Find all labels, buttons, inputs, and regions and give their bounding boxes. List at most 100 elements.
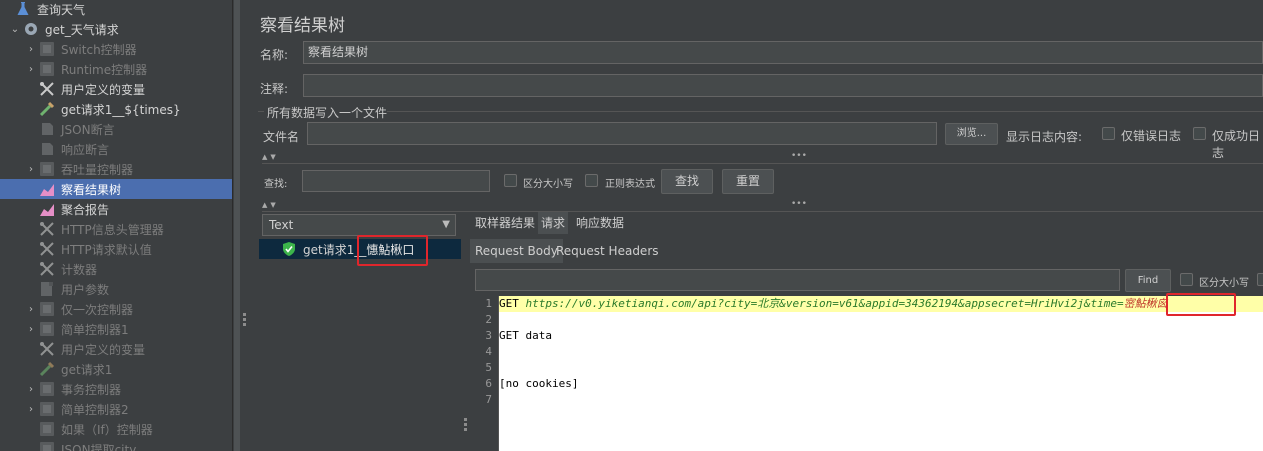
expand-chevron-icon[interactable]: › — [24, 304, 38, 315]
tree-item[interactable]: ⌄ get_天气请求 — [0, 19, 232, 39]
tree-item[interactable]: › 吞吐量控制器 — [0, 159, 232, 179]
tree-item[interactable]: 察看结果树 — [0, 179, 232, 199]
tree-item-label: Switch控制器 — [61, 42, 137, 57]
find-button[interactable]: Find — [1125, 269, 1171, 292]
tree-item-label: 察看结果树 — [61, 182, 122, 197]
tree-item[interactable]: 如果（If）控制器 — [0, 419, 232, 439]
tree-item[interactable]: JSON提取city — [0, 439, 232, 451]
collapse-arrows-icon[interactable]: ▲▼ — [262, 201, 279, 209]
line-number: 3 — [485, 329, 492, 342]
tree-item[interactable]: › Switch控制器 — [0, 39, 232, 59]
line-number: 6 — [485, 377, 492, 390]
line-number-gutter: 1 2 3 4 5 6 7 — [470, 296, 499, 451]
drag-dots-icon[interactable]: ••• — [791, 199, 807, 209]
drag-dots-icon[interactable]: ••• — [791, 151, 807, 161]
subtab-request-headers[interactable]: Request Headers — [551, 239, 664, 263]
tree-item[interactable]: 计数器 — [0, 259, 232, 279]
main-splitter[interactable] — [240, 0, 250, 451]
tree-item-label: 查询天气 — [37, 2, 86, 17]
reset-button[interactable]: 重置 — [722, 169, 774, 194]
filename-input[interactable] — [307, 122, 937, 145]
expand-chevron-icon[interactable]: › — [24, 164, 38, 175]
tree-item[interactable]: HTTP信息头管理器 — [0, 219, 232, 239]
code-line-3: GET data — [499, 329, 552, 342]
tree-item-label: 计数器 — [61, 262, 98, 277]
controller-icon — [38, 381, 56, 397]
tree-item-label: 用户定义的变量 — [61, 82, 146, 97]
collapse-bar-top[interactable]: ▲▼ — [262, 151, 1263, 163]
expand-chevron-icon[interactable]: › — [24, 64, 38, 75]
expand-chevron-icon[interactable]: › — [24, 384, 38, 395]
expand-chevron-icon[interactable]: › — [24, 44, 38, 55]
results-splitter-grip[interactable] — [464, 418, 467, 433]
line-number: 5 — [485, 361, 492, 374]
search-input[interactable] — [302, 170, 490, 192]
browse-button[interactable]: 浏览... — [945, 123, 998, 145]
find-input[interactable] — [475, 269, 1120, 291]
comment-input[interactable] — [303, 74, 1263, 97]
group-border-left — [258, 111, 264, 112]
test-plan-tree[interactable]: 查询天气 ⌄ get_天气请求 › Switch控制器 › Runtime控制器 用户定义的变… — [0, 0, 232, 451]
tree-scrollbar[interactable] — [232, 0, 240, 451]
errors-only-checkbox[interactable] — [1102, 127, 1115, 140]
tree-item-label: 响应断言 — [61, 142, 110, 157]
chevron-down-icon[interactable]: ▼ — [442, 215, 450, 235]
tree-item[interactable]: HTTP请求默认值 — [0, 239, 232, 259]
tree-item[interactable]: 用户定义的变量 — [0, 339, 232, 359]
tree-item[interactable]: › 简单控制器2 — [0, 399, 232, 419]
regex-checkbox[interactable] — [585, 174, 598, 187]
find-case-checkbox[interactable] — [1180, 273, 1193, 286]
tree-item-label: get_天气请求 — [45, 22, 119, 37]
tab-request[interactable]: 请求 — [538, 212, 569, 234]
case-sensitive-checkbox[interactable] — [504, 174, 517, 187]
wrench-icon — [38, 241, 56, 257]
results-splitter[interactable] — [461, 212, 470, 451]
tree-item-label: 如果（If）控制器 — [61, 422, 153, 437]
line-number: 4 — [485, 345, 492, 358]
request-body-viewer[interactable]: 1 2 3 4 5 6 7 GET https://v0.yiketianqi.… — [470, 296, 1263, 451]
tree-item[interactable]: › 简单控制器1 — [0, 319, 232, 339]
flask-icon — [14, 1, 32, 17]
tree-item[interactable]: 用户定义的变量 — [0, 79, 232, 99]
line-number: 2 — [485, 313, 492, 326]
name-input[interactable]: 察看结果树 — [303, 41, 1263, 64]
subtab-request-body[interactable]: Request Body — [470, 239, 563, 263]
search-button[interactable]: 查找 — [661, 169, 713, 194]
tree-item[interactable]: get请求1 — [0, 359, 232, 379]
collapse-bar-middle[interactable]: ▲▼ — [262, 199, 1263, 211]
code-line-6: [no cookies] — [499, 377, 579, 390]
tree-item-label: Runtime控制器 — [61, 62, 148, 77]
splitter-grip[interactable] — [243, 313, 247, 327]
assertion-icon — [38, 141, 56, 157]
filename-label: 文件名 — [263, 130, 300, 144]
controller-icon — [38, 161, 56, 177]
expand-chevron-icon[interactable]: ⌄ — [8, 24, 22, 35]
wrench-icon — [38, 261, 56, 277]
tree-item[interactable]: › 事务控制器 — [0, 379, 232, 399]
tree-item[interactable]: › 仅一次控制器 — [0, 299, 232, 319]
tree-item-label: 简单控制器2 — [61, 402, 129, 417]
controller-icon — [38, 61, 56, 77]
tree-item-label: 简单控制器1 — [61, 322, 129, 337]
tree-item[interactable]: 聚合报告 — [0, 199, 232, 219]
renderer-select[interactable]: Text ▼ — [262, 214, 456, 236]
success-only-checkbox[interactable] — [1193, 127, 1206, 140]
tree-item[interactable]: 查询天气 — [0, 0, 232, 19]
tree-item[interactable]: › Runtime控制器 — [0, 59, 232, 79]
tab-response-data[interactable]: 响应数据 — [573, 212, 627, 234]
expand-chevron-icon[interactable]: › — [24, 404, 38, 415]
tree-item[interactable]: 用户参数 — [0, 279, 232, 299]
code-editor[interactable]: GET https://v0.yiketianqi.com/api?city=北… — [499, 296, 1263, 451]
expand-chevron-icon[interactable]: › — [24, 324, 38, 335]
find-regex-checkbox[interactable] — [1257, 273, 1263, 286]
tree-item-label: JSON断言 — [61, 122, 115, 137]
regex-label: 正则表达式 — [605, 179, 655, 190]
tree-item[interactable]: get请求1__${times} — [0, 99, 232, 119]
collapse-arrows-icon[interactable]: ▲▼ — [262, 153, 279, 161]
errors-only-label: 仅错误日志 — [1121, 129, 1182, 143]
tab-sampler-result[interactable]: 取样器结果 — [472, 212, 538, 234]
tree-item[interactable]: JSON断言 — [0, 119, 232, 139]
tree-item-label: 聚合报告 — [61, 202, 110, 217]
request-url: https://v0.yiketianqi.com/api?city=北京&ve… — [525, 297, 1124, 310]
tree-item[interactable]: 响应断言 — [0, 139, 232, 159]
